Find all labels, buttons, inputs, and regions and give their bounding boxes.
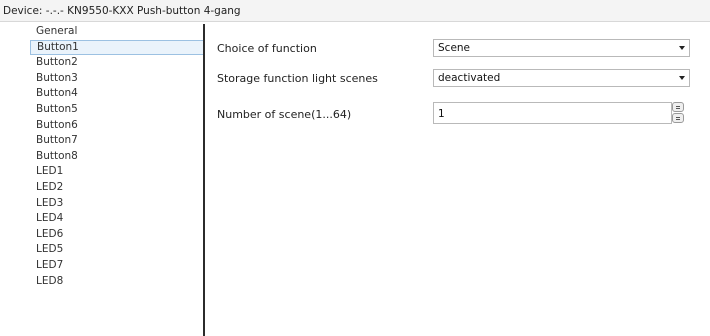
- sidebar-item-led3[interactable]: LED3: [30, 196, 204, 212]
- choice-of-function-value: Scene: [438, 42, 471, 54]
- storage-function-select[interactable]: deactivated: [433, 69, 690, 87]
- sidebar-item-button3[interactable]: Button3: [30, 71, 204, 87]
- sidebar-item-button6[interactable]: Button6: [30, 118, 204, 134]
- choice-of-function-label: Choice of function: [217, 42, 317, 55]
- sidebar-item-led5[interactable]: LED5: [30, 242, 204, 258]
- choice-of-function-select[interactable]: Scene: [433, 39, 690, 57]
- sidebar-item-button7[interactable]: Button7: [30, 133, 204, 149]
- number-of-scene-spinner: [672, 102, 684, 124]
- sidebar-item-button4[interactable]: Button4: [30, 86, 204, 102]
- chevron-down-icon: [679, 46, 685, 50]
- sidebar-item-button8[interactable]: Button8: [30, 149, 204, 165]
- sidebar-item-led4[interactable]: LED4: [30, 211, 204, 227]
- storage-function-label: Storage function light scenes: [217, 72, 378, 85]
- window-title: Device: -.-.- KN9550-KXX Push-button 4-g…: [0, 0, 710, 22]
- chevron-down-icon: [679, 76, 685, 80]
- sidebar-item-led8[interactable]: LED8: [30, 274, 204, 290]
- number-of-scene-label: Number of scene(1...64): [217, 108, 352, 121]
- sidebar-item-led6[interactable]: LED6: [30, 227, 204, 243]
- number-of-scene-input[interactable]: 1: [433, 102, 672, 124]
- sidebar-item-led7[interactable]: LED7: [30, 258, 204, 274]
- spin-down-icon[interactable]: [672, 113, 684, 123]
- sidebar-item-button1[interactable]: Button1: [30, 39, 204, 56]
- sidebar: General Button1 Button2 Button3 Button4 …: [30, 24, 204, 336]
- sidebar-item-button2[interactable]: Button2: [30, 55, 204, 71]
- sidebar-item-led2[interactable]: LED2: [30, 180, 204, 196]
- sidebar-item-button5[interactable]: Button5: [30, 102, 204, 118]
- parameter-panel: Choice of function Scene Storage functio…: [205, 24, 710, 336]
- sidebar-item-led1[interactable]: LED1: [30, 164, 204, 180]
- spin-up-icon[interactable]: [672, 102, 684, 112]
- storage-function-value: deactivated: [438, 72, 501, 84]
- sidebar-item-general[interactable]: General: [30, 24, 204, 40]
